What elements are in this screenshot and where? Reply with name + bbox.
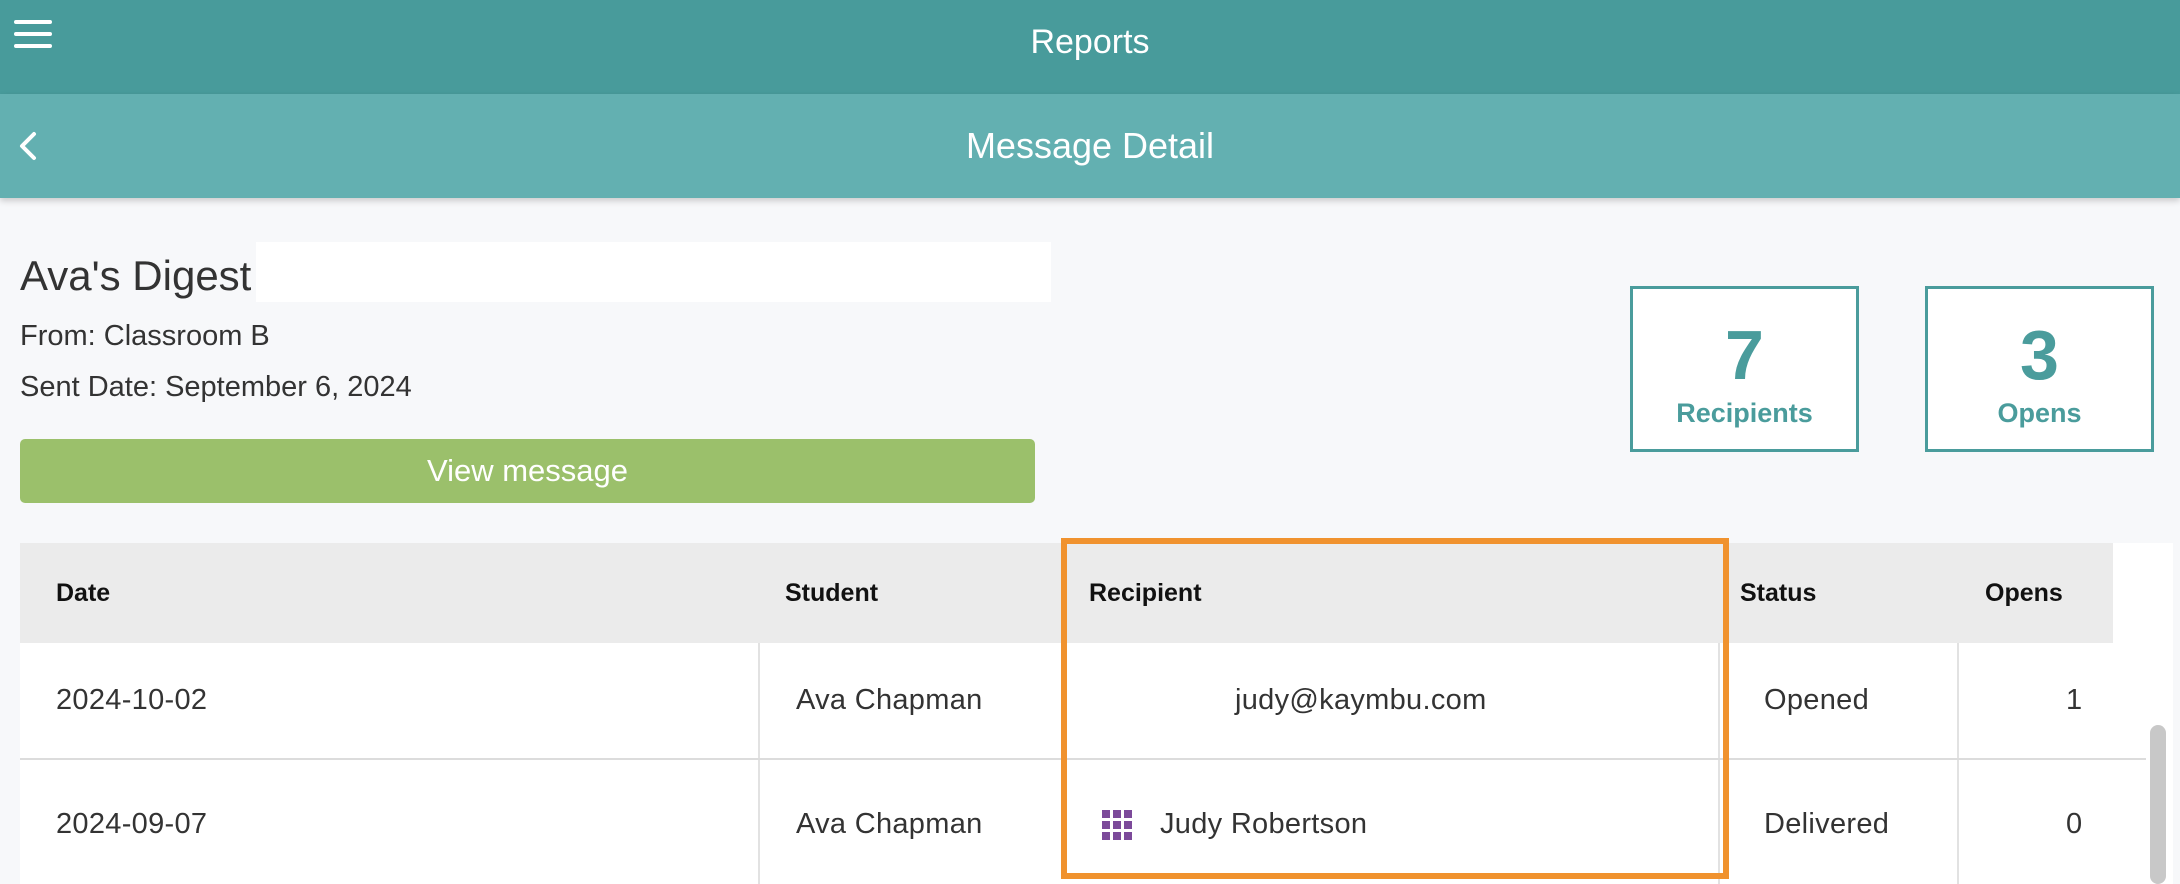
- top-app-bar: Reports: [0, 0, 2180, 94]
- recipients-stat-card: 7 Recipients: [1630, 286, 1859, 452]
- column-divider: [1957, 760, 1959, 884]
- column-divider: [1718, 760, 1720, 884]
- column-header-opens[interactable]: Opens: [1985, 543, 2063, 643]
- recipient-name: Judy Robertson: [1160, 808, 1368, 840]
- cell-status: Opened: [1764, 684, 1869, 716]
- cell-recipient: Judy Robertson: [1102, 760, 1367, 884]
- recipients-count: 7: [1725, 316, 1764, 394]
- opens-count: 3: [2020, 316, 2059, 394]
- table-header: Date Student Recipient Status Opens: [20, 543, 2113, 643]
- column-header-status[interactable]: Status: [1740, 543, 1816, 643]
- opens-stat-card: 3 Opens: [1925, 286, 2154, 452]
- recipients-label: Recipients: [1676, 398, 1813, 428]
- opens-label: Opens: [1997, 398, 2082, 428]
- message-sent-date: Sent Date: September 6, 2024: [20, 371, 412, 403]
- table-scrollbar[interactable]: [2150, 725, 2166, 884]
- column-header-recipient[interactable]: Recipient: [1089, 543, 1202, 643]
- cell-date: 2024-10-02: [56, 684, 208, 716]
- recipients-table: Date Student Recipient Status Opens 2024…: [20, 543, 2173, 884]
- table-row[interactable]: 2024-09-07 Ava Chapman Judy Robertson De…: [20, 760, 2146, 884]
- cell-status: Delivered: [1764, 808, 1890, 840]
- column-divider: [758, 643, 760, 758]
- column-divider: [1957, 643, 1959, 758]
- cell-opens: 1: [2066, 684, 2083, 716]
- message-from: From: Classroom B: [20, 320, 270, 352]
- page-header-bar: Message Detail: [0, 94, 2180, 198]
- cell-recipient: judy@kaymbu.com: [1235, 684, 1487, 716]
- page-title: Message Detail: [965, 125, 1215, 166]
- cell-student: Ava Chapman: [796, 808, 983, 840]
- app-title: Reports: [1030, 23, 1150, 61]
- redacted-title-area: [256, 242, 1051, 302]
- column-divider: [1718, 643, 1720, 758]
- column-divider: [758, 760, 760, 884]
- message-title: Ava's Digest: [20, 252, 252, 299]
- cell-date: 2024-09-07: [56, 808, 208, 840]
- cell-student: Ava Chapman: [796, 684, 983, 716]
- cell-opens: 0: [2066, 808, 2083, 840]
- view-message-button[interactable]: View message: [20, 439, 1035, 503]
- column-header-student[interactable]: Student: [785, 543, 878, 643]
- column-header-date[interactable]: Date: [56, 543, 110, 643]
- grid-dots-icon: [1102, 809, 1132, 840]
- table-row[interactable]: 2024-10-02 Ava Chapman judy@kaymbu.com O…: [20, 643, 2146, 760]
